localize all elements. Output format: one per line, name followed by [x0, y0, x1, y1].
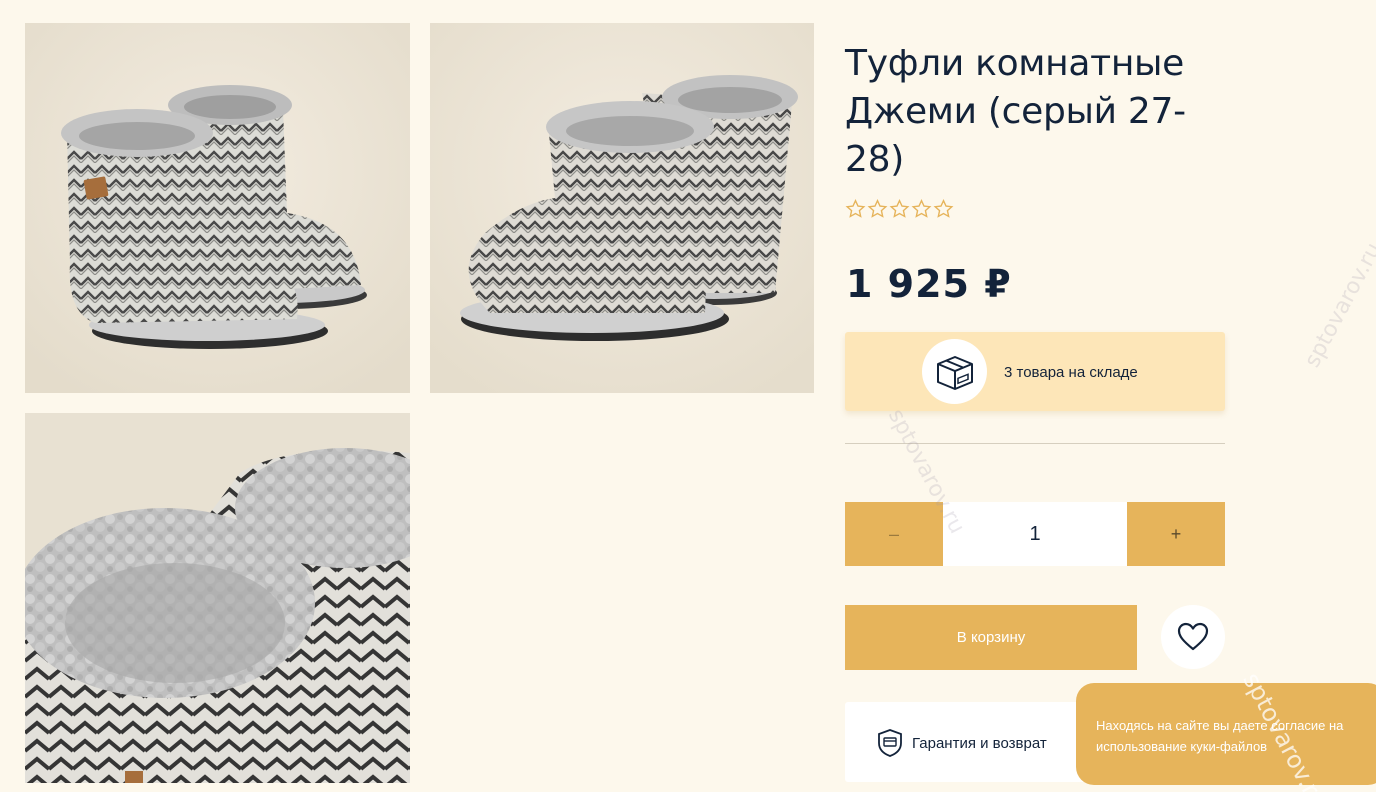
rating-stars[interactable] — [845, 198, 954, 222]
product-photo-1[interactable] — [25, 23, 410, 393]
star-icon[interactable] — [867, 198, 888, 220]
add-to-favorites-button[interactable] — [1161, 605, 1225, 669]
product-price: 1 925 ₽ — [846, 262, 1012, 306]
star-icon[interactable] — [911, 198, 932, 220]
product-photo-2[interactable] — [430, 23, 814, 393]
stock-info: 3 товара на складе — [845, 332, 1225, 411]
quantity-input[interactable] — [943, 502, 1127, 566]
slippers-closeup-image — [25, 413, 410, 783]
watermark: sptovarov.ru — [1300, 238, 1376, 372]
quantity-decrease-button[interactable]: – — [845, 502, 943, 566]
product-page: Туфли комнатные Джеми (серый 27-28) 1 92… — [0, 0, 1376, 792]
star-icon[interactable] — [889, 198, 910, 220]
cookie-consent-toast[interactable]: Находясь на сайте вы даете согласие на и… — [1076, 683, 1376, 785]
product-title: Туфли комнатные Джеми (серый 27-28) — [845, 43, 1186, 180]
box-icon — [922, 339, 987, 404]
star-icon[interactable] — [845, 198, 866, 220]
guarantee-label: Гарантия и возврат — [912, 735, 1047, 752]
star-icon[interactable] — [933, 198, 954, 220]
slippers-image — [430, 23, 814, 393]
heart-icon — [1177, 622, 1209, 651]
divider — [845, 443, 1225, 444]
guarantee-link[interactable]: Гарантия и возврат — [845, 702, 1095, 782]
slippers-image — [25, 23, 410, 393]
product-photo-3[interactable] — [25, 413, 410, 783]
quantity-increase-button[interactable]: + — [1127, 502, 1225, 566]
shield-card-icon — [878, 729, 902, 757]
add-to-cart-button[interactable]: В корзину — [845, 605, 1137, 670]
cookie-text: Находясь на сайте вы даете согласие на и… — [1096, 718, 1344, 754]
stock-text: 3 товара на складе — [1004, 364, 1138, 381]
